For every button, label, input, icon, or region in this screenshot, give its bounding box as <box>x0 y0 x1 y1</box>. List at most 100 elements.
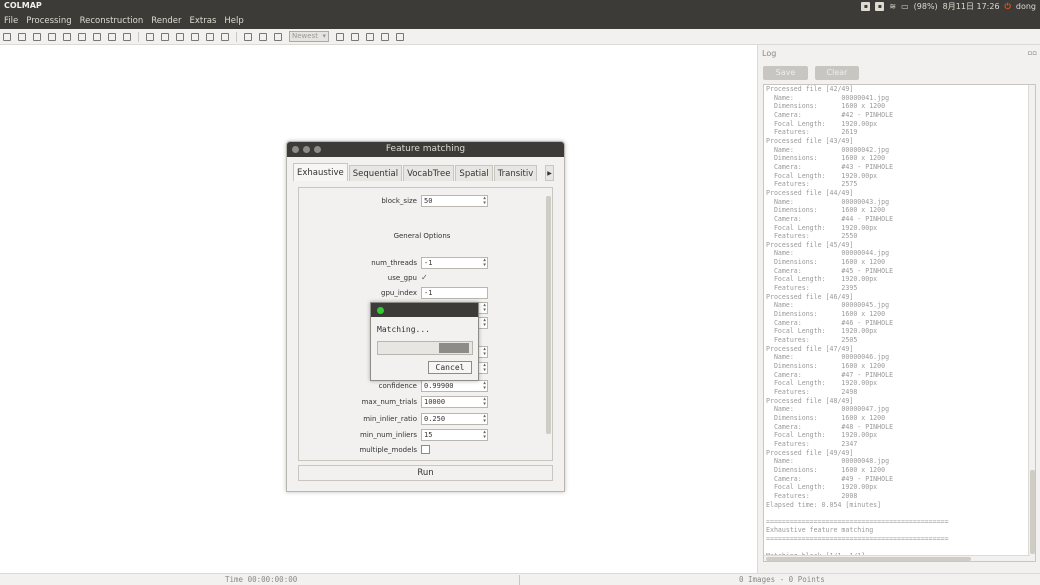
menu-file[interactable]: File <box>4 16 18 26</box>
toolbar: Newest <box>0 29 1040 45</box>
keyboard-icon[interactable]: ▪ <box>861 2 871 11</box>
options-vertical-scrollbar[interactable] <box>545 188 552 460</box>
max-num-trials-label: max_num_trials <box>361 398 417 406</box>
min-num-inliers-label: min_num_inliers <box>360 431 417 439</box>
tab-scroll-right-icon[interactable]: ▶ <box>545 165 554 181</box>
min-inlier-ratio-spinbox[interactable]: 0.250 ▲ ▼ <box>421 413 488 425</box>
menu-processing[interactable]: Processing <box>26 16 71 26</box>
window-status-icon[interactable] <box>377 307 384 314</box>
spin-arrows-icon: ▲ ▼ <box>483 363 486 373</box>
log-hscroll-thumb[interactable] <box>766 557 971 561</box>
spin-arrows-icon: ▲ ▼ <box>483 414 486 424</box>
system-tray: ▪ ▪ ≋ ▭ (98%) 8月11日 17:26 ⏻ dong <box>861 1 1036 12</box>
matching-progress-dialog: Matching... Cancel <box>370 302 479 381</box>
reconstruction-select[interactable]: Newest <box>289 31 329 42</box>
status-time: Time 00:00:00:00 <box>225 575 298 584</box>
general-options-title: General Options <box>393 232 451 240</box>
spin-arrows-icon: ▲ ▼ <box>483 196 486 206</box>
grab-movie-icon[interactable] <box>396 32 404 41</box>
feature-extraction-icon[interactable] <box>93 32 101 41</box>
user-name[interactable]: dong <box>1016 2 1036 11</box>
dialog-title: Feature matching <box>385 144 466 154</box>
spin-arrows-icon: ▲ ▼ <box>483 258 486 268</box>
save-project-icon[interactable] <box>48 32 56 41</box>
database-icon[interactable] <box>123 32 131 41</box>
tab-spatial[interactable]: Spatial <box>455 165 493 181</box>
min-num-inliers-spinbox[interactable]: 15 ▲ ▼ <box>421 429 488 441</box>
battery-icon[interactable]: ▭ <box>901 2 909 11</box>
use-gpu-checkbox[interactable]: ✓ <box>421 273 430 282</box>
menu-bar: File Processing Reconstruction Render Ex… <box>0 13 1040 29</box>
max-num-trials-spinbox[interactable]: 10000 ▲ ▼ <box>421 396 488 408</box>
status-divider <box>519 575 520 585</box>
log-title: Log <box>762 49 777 58</box>
min-inlier-ratio-label: min_inlier_ratio <box>363 415 417 423</box>
menu-extras[interactable]: Extras <box>190 16 217 26</box>
menu-help[interactable]: Help <box>224 16 243 26</box>
reconstruction-reset-icon[interactable] <box>191 32 199 41</box>
dock-controls-icon[interactable]: ▫▫ <box>1028 49 1038 57</box>
spin-arrows-icon: ▲ ▼ <box>483 430 486 440</box>
match-matrix-icon[interactable] <box>351 32 359 41</box>
spin-arrows-icon: ▲ ▼ <box>483 303 486 313</box>
confidence-spinbox[interactable]: 0.99900 ▲ ▼ <box>421 380 488 392</box>
confidence-label: confidence <box>378 382 417 390</box>
gpu-index-field[interactable]: -1 <box>421 287 488 299</box>
app-name: COLMAP <box>4 1 42 10</box>
wifi-icon[interactable]: ≋ <box>889 2 896 11</box>
reconstruction-stats-icon[interactable] <box>336 32 344 41</box>
status-images-points: 0 Images - 0 Points <box>739 575 825 584</box>
reconstruction-step-icon[interactable] <box>161 32 169 41</box>
tab-vocabtree[interactable]: VocabTree <box>403 165 455 181</box>
dense-reconstruction-icon[interactable] <box>221 32 229 41</box>
open-project-icon[interactable] <box>18 32 26 41</box>
edit-project-icon[interactable] <box>33 32 41 41</box>
reconstruction-pause-icon[interactable] <box>176 32 184 41</box>
feature-matching-icon[interactable] <box>108 32 116 41</box>
options-scroll-thumb[interactable] <box>546 196 551 434</box>
progress-bar-fill <box>439 343 470 353</box>
num-threads-spinbox[interactable]: -1 ▲ ▼ <box>421 257 488 269</box>
power-icon[interactable]: ⏻ <box>1005 2 1011 12</box>
spin-arrows-icon: ▲ ▼ <box>483 318 486 328</box>
tab-transitive[interactable]: Transitiv <box>493 165 538 181</box>
log-panel: Log ▫▫ Save Clear Processed file [42/49]… <box>757 45 1040 573</box>
progress-bar <box>377 341 473 355</box>
toolbar-separator <box>236 31 237 42</box>
progress-label: Matching... <box>377 325 430 334</box>
toolbar-separator <box>138 31 139 42</box>
progress-titlebar[interactable] <box>371 303 478 317</box>
clock[interactable]: 8月11日 17:26 <box>943 1 1000 12</box>
save-as-icon[interactable] <box>63 32 71 41</box>
use-gpu-label: use_gpu <box>387 274 417 282</box>
battery-percent: (98%) <box>913 2 938 11</box>
log-text-area[interactable]: Processed file [42/49] Name: 00000041.jp… <box>763 84 1036 562</box>
render-reset-icon[interactable] <box>274 32 282 41</box>
menu-reconstruction[interactable]: Reconstruction <box>80 16 144 26</box>
new-project-icon[interactable] <box>3 32 11 41</box>
render-options-icon[interactable] <box>244 32 252 41</box>
log-horizontal-scrollbar[interactable] <box>764 555 1030 561</box>
bluetooth-icon[interactable]: ▪ <box>875 2 885 11</box>
num-threads-label: num_threads <box>371 259 417 267</box>
reconstruction-start-icon[interactable] <box>146 32 154 41</box>
log-vertical-scrollbar[interactable] <box>1028 85 1035 561</box>
cancel-button[interactable]: Cancel <box>428 361 472 374</box>
grab-image-icon[interactable] <box>381 32 389 41</box>
import-icon[interactable] <box>78 32 86 41</box>
menu-render[interactable]: Render <box>151 16 181 26</box>
log-clear-button[interactable]: Clear <box>815 66 859 80</box>
spin-arrows-icon: ▲ ▼ <box>483 397 486 407</box>
log-toggle-icon[interactable] <box>366 32 374 41</box>
block-size-spinbox[interactable]: 50 ▲ ▼ <box>421 195 488 207</box>
tab-exhaustive[interactable]: Exhaustive <box>293 163 348 181</box>
log-scroll-thumb[interactable] <box>1030 470 1035 554</box>
bundle-adjustment-icon[interactable] <box>206 32 214 41</box>
multiple-models-checkbox[interactable] <box>421 445 430 454</box>
render-toggle-icon[interactable] <box>259 32 267 41</box>
matching-tabs: Exhaustive Sequential VocabTree Spatial … <box>293 163 538 181</box>
log-save-button[interactable]: Save <box>763 66 808 80</box>
tab-sequential[interactable]: Sequential <box>348 165 403 181</box>
dialog-titlebar[interactable]: Feature matching <box>287 142 564 157</box>
run-button[interactable]: Run <box>298 465 553 481</box>
